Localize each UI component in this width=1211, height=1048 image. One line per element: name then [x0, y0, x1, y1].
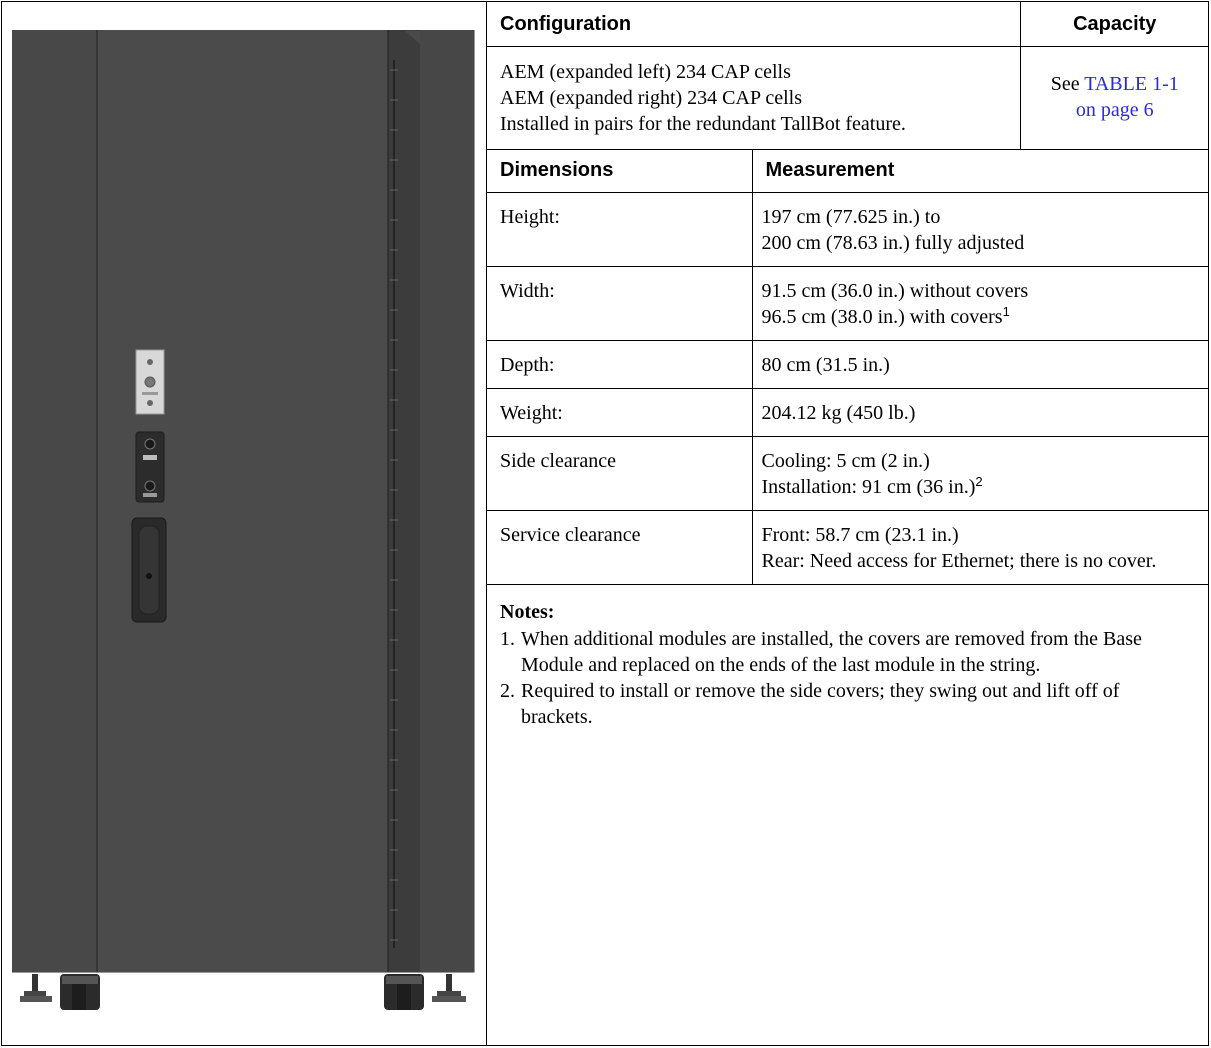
dims-value-text: 96.5 cm (38.0 in.) with covers — [761, 306, 1003, 328]
configuration-table: Configuration Capacity AEM (expanded lef… — [487, 1, 1209, 150]
table-1-1-link[interactable]: TABLE 1-1 — [1084, 73, 1179, 95]
dims-value-line: Front: 58.7 cm (23.1 in.) — [761, 524, 959, 546]
dimensions-header: Dimensions — [487, 150, 753, 193]
dims-value: 197 cm (77.625 in.) to 200 cm (78.63 in.… — [752, 192, 1209, 267]
note-text: Required to install or remove the side c… — [521, 680, 1120, 728]
notes-title: Notes: — [500, 601, 555, 623]
dims-label: Height: — [487, 192, 753, 267]
dims-value: Cooling: 5 cm (2 in.) Installation: 91 c… — [752, 436, 1209, 511]
dims-row-height: Height: 197 cm (77.625 in.) to 200 cm (7… — [487, 192, 1209, 267]
capacity-cell: See TABLE 1-1 on page 6 — [1020, 46, 1209, 150]
dims-value-line: 91.5 cm (36.0 in.) without covers — [761, 280, 1029, 302]
configuration-header: Configuration — [487, 1, 1021, 47]
notes-section: Notes: 1. When additional modules are in… — [487, 585, 1209, 730]
dims-row-side-clearance: Side clearance Cooling: 5 cm (2 in.) Ins… — [487, 436, 1209, 511]
note-number: 1. — [500, 628, 515, 650]
dims-label: Side clearance — [487, 436, 753, 511]
dims-row-width: Width: 91.5 cm (36.0 in.) without covers… — [487, 266, 1209, 341]
dims-value-line: 80 cm (31.5 in.) — [761, 354, 890, 376]
page-6-link[interactable]: on page 6 — [1025, 97, 1206, 123]
note-item: 2. Required to install or remove the sid… — [500, 678, 1196, 730]
dims-value-line: Cooling: 5 cm (2 in.) — [761, 450, 930, 472]
dims-label: Weight: — [487, 388, 753, 437]
note-text: When additional modules are installed, t… — [521, 628, 1142, 676]
config-header-row: Configuration Capacity — [487, 1, 1209, 47]
dims-row-weight: Weight: 204.12 kg (450 lb.) — [487, 388, 1209, 437]
spec-tables: Configuration Capacity AEM (expanded lef… — [487, 1, 1209, 730]
note-item: 1. When additional modules are installed… — [500, 626, 1196, 678]
dims-value-line: 96.5 cm (38.0 in.) with covers1 — [762, 304, 1201, 330]
config-line: Installed in pairs for the redundant Tal… — [500, 113, 906, 135]
dims-value-line: 204.12 kg (450 lb.) — [761, 402, 916, 424]
dims-value: 204.12 kg (450 lb.) — [752, 388, 1209, 437]
capacity-prefix: See — [1050, 73, 1085, 95]
capacity-header: Capacity — [1020, 1, 1209, 47]
dims-value: 91.5 cm (36.0 in.) without covers 96.5 c… — [752, 266, 1209, 341]
dims-row-service-clearance: Service clearance Front: 58.7 cm (23.1 i… — [487, 510, 1209, 585]
config-line: AEM (expanded right) 234 CAP cells — [500, 87, 802, 109]
dims-label: Width: — [487, 266, 753, 341]
cabinet-left-panel — [12, 30, 97, 972]
note-number: 2. — [500, 680, 515, 702]
dims-label: Service clearance — [487, 510, 753, 585]
dimensions-table: Dimensions Measurement Height: 197 cm (7… — [487, 150, 1209, 585]
footnote-ref: 1 — [1002, 304, 1010, 319]
dims-value-line: Rear: Need access for Ethernet; there is… — [761, 550, 1157, 572]
cabinet-right-edge — [388, 30, 420, 972]
dims-value: 80 cm (31.5 in.) — [752, 340, 1209, 389]
left-caster — [20, 974, 100, 1010]
dims-row-depth: Depth: 80 cm (31.5 in.) — [487, 340, 1209, 389]
measurement-header: Measurement — [752, 150, 1209, 193]
dims-value-text: Installation: 91 cm (36 in.) — [761, 476, 976, 498]
config-row: AEM (expanded left) 234 CAP cells AEM (e… — [487, 46, 1209, 150]
dims-value-line: 200 cm (78.63 in.) fully adjusted — [761, 232, 1025, 254]
right-caster — [384, 974, 466, 1010]
cabinet-illustration — [12, 30, 478, 1035]
config-line: AEM (expanded left) 234 CAP cells — [500, 61, 791, 83]
dims-value-line: Installation: 91 cm (36 in.)2 — [762, 474, 1201, 500]
dims-value-line: 197 cm (77.625 in.) to — [761, 206, 941, 228]
dims-header-row: Dimensions Measurement — [487, 150, 1209, 193]
configuration-cell: AEM (expanded left) 234 CAP cells AEM (e… — [487, 46, 1021, 150]
dims-label: Depth: — [487, 340, 753, 389]
footnote-ref: 2 — [975, 474, 983, 489]
dims-value: Front: 58.7 cm (23.1 in.) Rear: Need acc… — [752, 510, 1209, 585]
